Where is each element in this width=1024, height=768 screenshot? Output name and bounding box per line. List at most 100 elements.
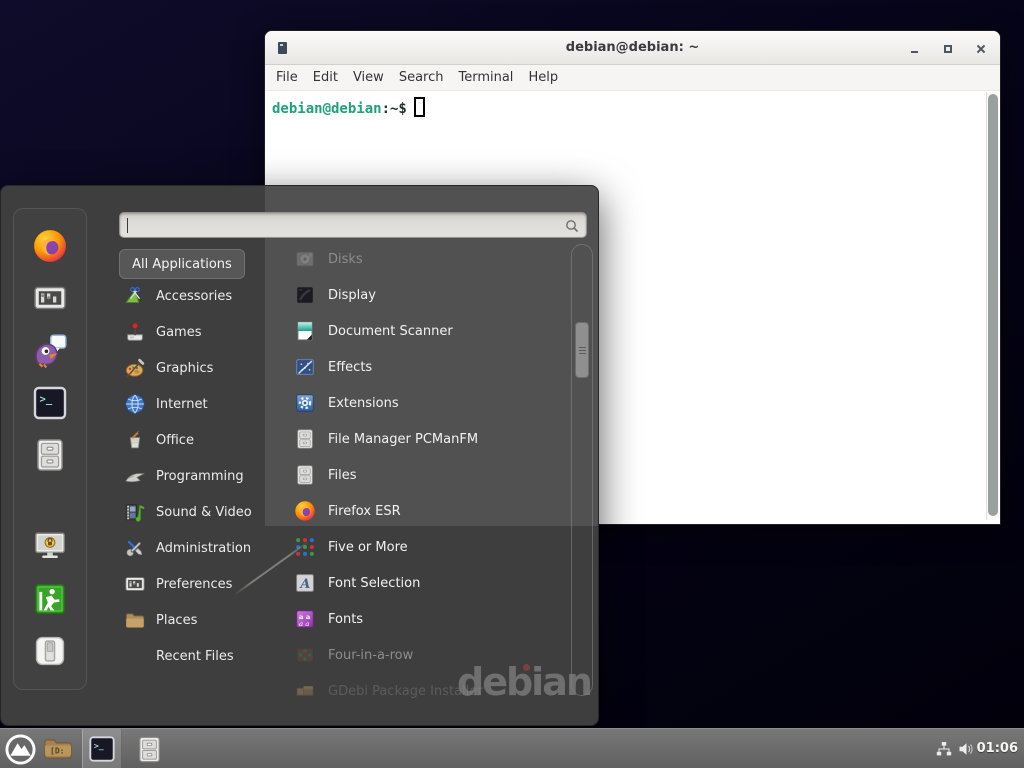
search-input[interactable]: [119, 212, 587, 238]
terminal-titlebar[interactable]: debian@debian: ~: [265, 31, 1000, 65]
menu-search[interactable]: Search: [399, 70, 444, 85]
terminal-scrollbar-thumb[interactable]: [988, 94, 998, 516]
network-icon[interactable]: [936, 741, 952, 757]
file-cabinet-icon: [135, 735, 164, 764]
category-label: Internet: [156, 397, 208, 412]
category-administration[interactable]: Administration: [116, 530, 278, 566]
favorite-terminal[interactable]: >_: [32, 385, 68, 425]
session-shutdown[interactable]: [33, 634, 67, 672]
category-label: Administration: [156, 541, 251, 556]
category-office[interactable]: Office: [116, 422, 278, 458]
search-icon: [564, 218, 580, 234]
app-list-scrollbar[interactable]: [571, 244, 593, 696]
app-item-label: Files: [328, 468, 357, 483]
prompt-suffix: :~$: [382, 101, 407, 117]
category-places[interactable]: Places: [116, 602, 278, 638]
app-item-four-in-a-row[interactable]: Four-in-a-row: [284, 637, 570, 673]
category-graphics[interactable]: Graphics: [116, 350, 278, 386]
svg-text:>_: >_: [94, 740, 104, 750]
category-label: Programming: [156, 469, 244, 484]
prompt-user: debian@debian: [272, 101, 382, 117]
close-button[interactable]: [976, 44, 986, 54]
app-item-label: Disks: [328, 252, 363, 267]
category-all-applications[interactable]: All Applications: [119, 249, 245, 279]
application-menu: debian >_ All ApplicationsAccessoriesGam…: [0, 185, 599, 726]
favorite-pidgin[interactable]: [32, 333, 68, 373]
category-games[interactable]: Games: [116, 314, 278, 350]
app-item-label: GDebi Package Installer: [328, 684, 483, 699]
task-applications-menu[interactable]: [1, 729, 39, 768]
menu-help[interactable]: Help: [528, 70, 558, 85]
app-item-label: Extensions: [328, 396, 399, 411]
favorite-settings[interactable]: [32, 280, 68, 320]
menu-terminal[interactable]: Terminal: [458, 70, 513, 85]
category-label: Games: [156, 325, 201, 340]
svg-text:>_: >_: [40, 393, 53, 405]
clock[interactable]: 01:06: [977, 729, 1018, 768]
app-item-extensions[interactable]: Extensions: [284, 385, 570, 421]
file-cabinet-icon: [294, 428, 316, 450]
favorite-firefox[interactable]: [32, 228, 68, 268]
terminal-menubar: File Edit View Search Terminal Help: [265, 65, 1000, 91]
app-item-effects[interactable]: Effects: [284, 349, 570, 385]
file-cabinet-icon: [294, 464, 316, 486]
terminal-scrollbar[interactable]: [986, 92, 999, 520]
accessories-icon: [124, 285, 146, 307]
terminal-window-title: debian@debian: ~: [265, 31, 1000, 65]
office-icon: [124, 429, 146, 451]
category-programming[interactable]: Programming: [116, 458, 278, 494]
app-item-gdebi-package-installer[interactable]: GDebi Package Installer: [284, 673, 570, 709]
menu-file[interactable]: File: [276, 70, 298, 85]
lock-screen-icon: [33, 529, 67, 563]
category-sound-video[interactable]: Sound & Video: [116, 494, 278, 530]
task-file-manager[interactable]: [130, 729, 168, 768]
menu-edit[interactable]: Edit: [313, 70, 338, 85]
font-selection-icon: A: [294, 572, 316, 594]
gdebi-icon: [294, 680, 316, 702]
app-item-document-scanner[interactable]: Document Scanner: [284, 313, 570, 349]
window-controls: [910, 44, 986, 54]
svg-text:[D:: [D:: [50, 747, 64, 756]
fonts-icon: a aa a: [294, 608, 316, 630]
pidgin-icon: [32, 333, 68, 369]
terminal-icon: >_: [88, 735, 116, 763]
app-item-display[interactable]: Display: [284, 277, 570, 313]
category-label: Office: [156, 433, 194, 448]
file-cabinet-icon: [32, 437, 68, 473]
category-label: Sound & Video: [156, 505, 252, 520]
menu-view[interactable]: View: [353, 70, 384, 85]
category-label: Places: [156, 613, 197, 628]
preferences-icon: [124, 573, 146, 595]
category-label: Recent Files: [156, 649, 234, 664]
app-item-firefox-esr[interactable]: Firefox ESR: [284, 493, 570, 529]
session-log-out[interactable]: [33, 582, 67, 620]
volume-icon[interactable]: [958, 741, 974, 757]
app-item-disks[interactable]: Disks: [284, 241, 570, 277]
firefox-icon: [32, 228, 68, 264]
session-lock-screen[interactable]: [33, 529, 67, 567]
five-or-more-icon: [294, 536, 316, 558]
app-item-font-selection[interactable]: A Font Selection: [284, 565, 570, 601]
app-item-fonts[interactable]: a aa aFonts: [284, 601, 570, 637]
app-item-label: Font Selection: [328, 576, 420, 591]
category-internet[interactable]: Internet: [116, 386, 278, 422]
app-item-file-manager-pcmanfm[interactable]: File Manager PCManFM: [284, 421, 570, 457]
app-item-files[interactable]: Files: [284, 457, 570, 493]
disks-icon: [294, 248, 316, 270]
minimize-button[interactable]: [910, 44, 920, 54]
category-preferences[interactable]: Preferences: [116, 566, 278, 602]
task-desktop-folder[interactable]: [D:: [40, 729, 76, 768]
app-item-label: Effects: [328, 360, 372, 375]
category-recent-files[interactable]: Recent Files: [116, 638, 278, 674]
effects-icon: [294, 356, 316, 378]
sound-video-icon: [124, 501, 146, 523]
administration-icon: [124, 537, 146, 559]
text-caret: [127, 218, 128, 233]
favorite-file-manager[interactable]: [32, 437, 68, 477]
maximize-button[interactable]: [943, 44, 953, 54]
task-terminal[interactable]: >_: [82, 729, 122, 768]
category-accessories[interactable]: Accessories: [116, 278, 278, 314]
app-item-five-or-more[interactable]: Five or More: [284, 529, 570, 565]
scrollbar-thumb[interactable]: [575, 322, 589, 378]
log-out-icon: [33, 582, 67, 616]
